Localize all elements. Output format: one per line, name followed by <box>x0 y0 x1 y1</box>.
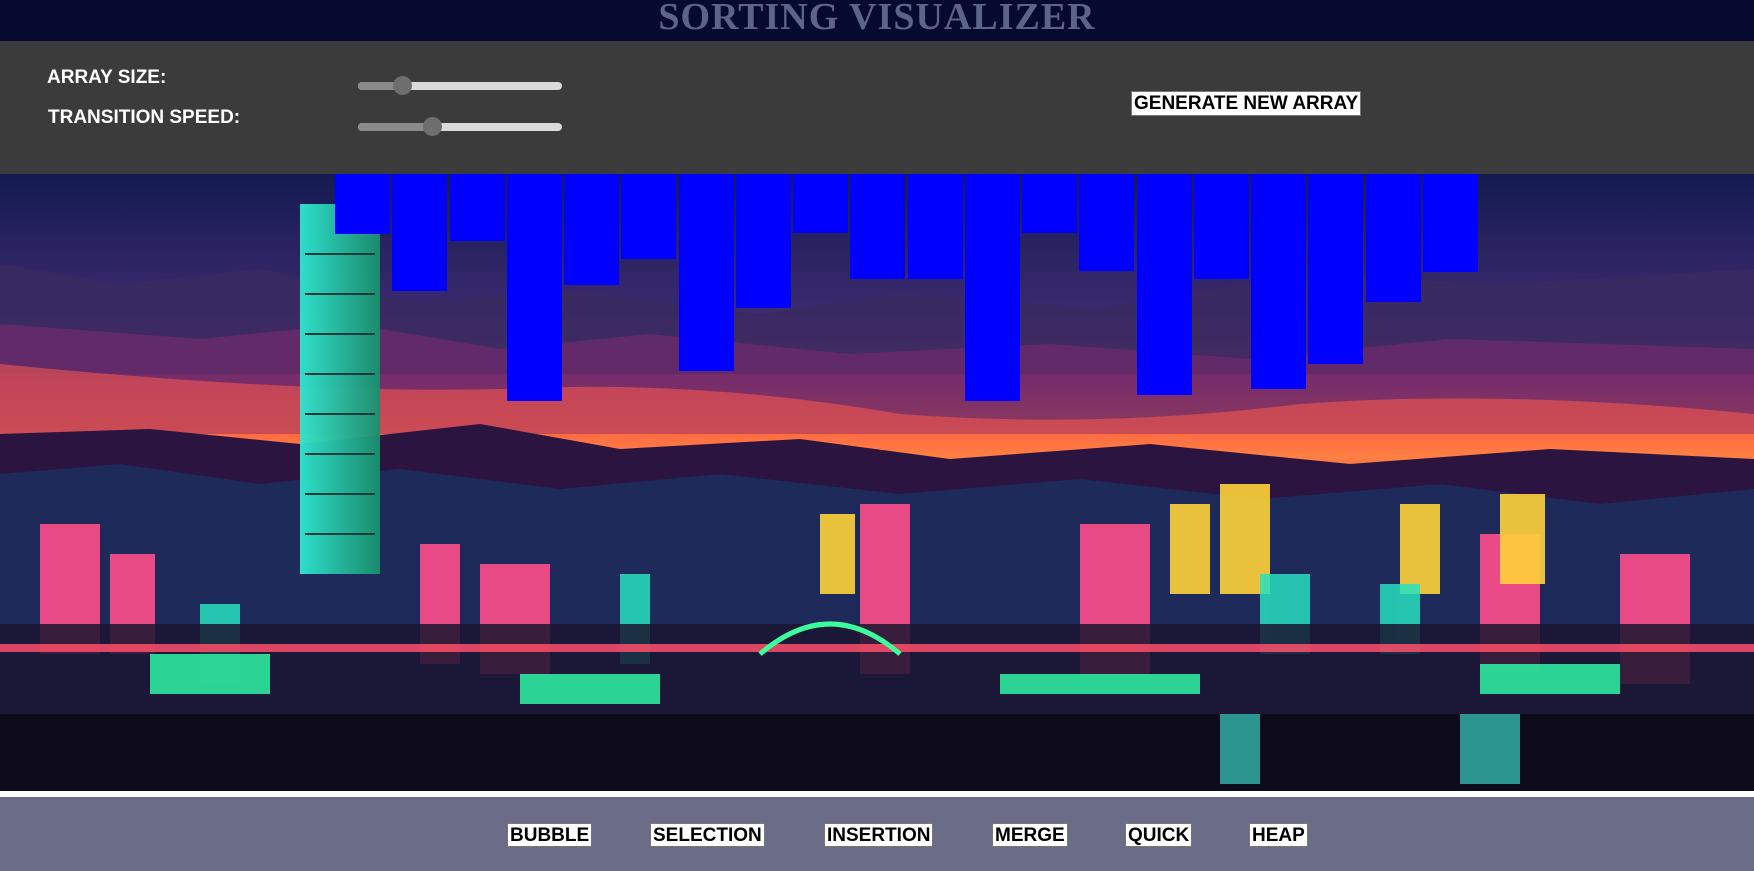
merge-sort-button[interactable]: MERGE <box>992 823 1068 847</box>
array-bar <box>793 174 848 233</box>
page-title: SORTING VISUALIZER <box>658 0 1096 38</box>
background-city-image <box>0 174 1754 791</box>
array-bar <box>335 174 390 234</box>
array-bar <box>850 174 906 279</box>
array-bar <box>564 174 619 285</box>
array-bar <box>449 174 505 241</box>
selection-sort-button[interactable]: SELECTION <box>650 823 765 847</box>
controls-panel: ARRAY SIZE: TRANSITION SPEED: GENERATE N… <box>0 41 1754 174</box>
generate-new-array-button[interactable]: GENERATE NEW ARRAY <box>1131 91 1362 116</box>
transition-speed-slider-fill <box>358 123 433 131</box>
algorithm-bar: BUBBLE SELECTION INSERTION MERGE QUICK H… <box>0 797 1754 871</box>
array-bar <box>1251 174 1306 389</box>
array-bar <box>735 174 791 308</box>
array-bars <box>0 174 1754 791</box>
array-bar <box>1365 174 1421 302</box>
array-bar <box>964 174 1020 401</box>
transition-speed-label: TRANSITION SPEED: <box>48 107 241 128</box>
array-bar <box>1022 174 1077 233</box>
insertion-sort-button[interactable]: INSERTION <box>824 823 934 847</box>
array-bar <box>1079 174 1135 271</box>
array-bar <box>392 174 448 291</box>
title-bar: SORTING VISUALIZER <box>0 0 1754 41</box>
array-bar <box>1193 174 1249 279</box>
transition-speed-slider[interactable] <box>358 117 562 136</box>
array-bar <box>678 174 734 371</box>
array-size-slider-thumb[interactable] <box>393 76 413 95</box>
transition-speed-slider-thumb[interactable] <box>422 117 442 136</box>
heap-sort-button[interactable]: HEAP <box>1249 823 1308 847</box>
quick-sort-button[interactable]: QUICK <box>1125 823 1193 847</box>
array-bar <box>907 174 963 279</box>
array-bar <box>621 174 677 259</box>
array-bar <box>1422 174 1478 272</box>
array-bar <box>506 174 562 401</box>
bubble-sort-button[interactable]: BUBBLE <box>507 823 593 847</box>
array-size-slider[interactable] <box>358 76 562 95</box>
array-size-label: ARRAY SIZE: <box>47 67 167 88</box>
array-bar <box>1136 174 1192 395</box>
array-bar <box>1308 174 1364 364</box>
